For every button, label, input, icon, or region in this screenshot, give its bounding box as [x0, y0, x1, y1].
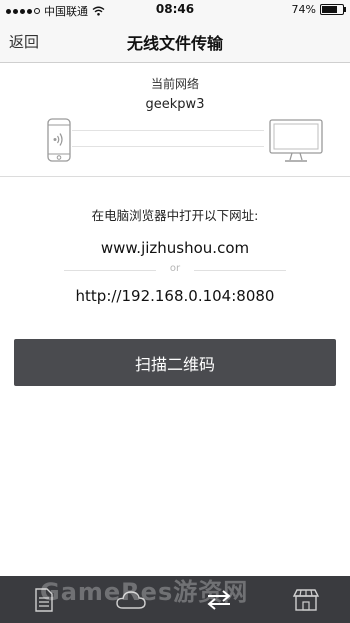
battery-percent: 74%	[291, 3, 316, 16]
transfer-arrows-icon	[207, 589, 231, 610]
instruction-text: 在电脑浏览器中打开以下网址:	[91, 208, 259, 223]
battery-icon	[320, 4, 346, 15]
page-title: 无线文件传输	[126, 34, 223, 53]
tab-cloud[interactable]	[88, 576, 176, 623]
connection-lines	[72, 130, 264, 150]
network-name: geekpw3	[145, 97, 205, 112]
status-bar: 中国联通 08:46 74%	[0, 0, 350, 20]
tab-store[interactable]	[263, 576, 350, 623]
computer-monitor-icon	[269, 119, 323, 162]
tab-documents[interactable]	[0, 576, 88, 623]
document-icon	[35, 587, 53, 612]
cloud-icon	[116, 590, 146, 609]
phone-icon	[47, 118, 71, 162]
status-right: 74%	[291, 3, 346, 16]
navigation-bar: 返回 无线文件传输	[0, 20, 350, 63]
or-divider: or	[64, 263, 286, 277]
local-ip-url: http://192.168.0.104:8080	[75, 287, 275, 305]
store-icon	[293, 588, 320, 611]
network-label: 当前网络	[150, 77, 199, 91]
scan-qr-button[interactable]: 扫描二维码	[14, 339, 336, 386]
primary-url: www.jizhushou.com	[100, 239, 250, 257]
tab-bar	[0, 576, 350, 623]
tab-wireless-transfer[interactable]	[175, 576, 263, 623]
network-section: 当前网络 geekpw3	[0, 63, 350, 177]
or-label: or	[169, 263, 181, 274]
